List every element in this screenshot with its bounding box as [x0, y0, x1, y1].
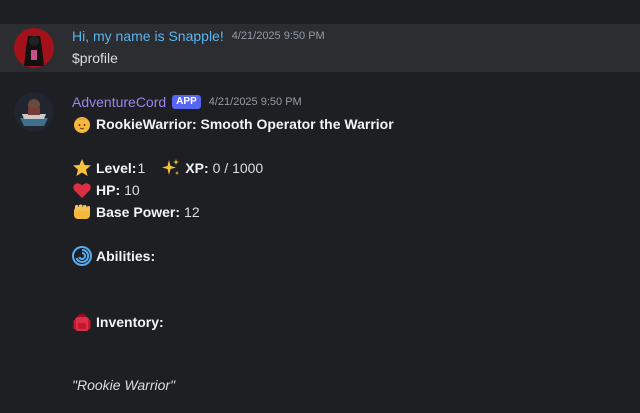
message-user: Hi, my name is Snapple! 4/21/2025 9:50 P… — [0, 24, 640, 72]
base-power-label: Base Power: — [96, 204, 181, 220]
message-content: $profile — [72, 50, 118, 66]
base-power-line: Base Power: 12 — [72, 202, 200, 222]
profile-title: RookieWarrior: Smooth Operator the Warri… — [96, 116, 394, 132]
chat-log: Hi, my name is Snapple! 4/21/2025 9:50 P… — [0, 0, 640, 413]
base-power-value: 12 — [184, 204, 200, 220]
avatar[interactable] — [14, 92, 54, 132]
level-xp-line: Level: 1 XP: 0 / 1000 — [72, 158, 263, 178]
abilities-line: Abilities: — [72, 246, 155, 266]
message-header: AdventureCord APP 4/21/2025 9:50 PM — [72, 94, 302, 110]
level-label: Level: — [96, 160, 137, 176]
hp-value: 10 — [124, 182, 140, 198]
message-bot: AdventureCord APP 4/21/2025 9:50 PM Rook… — [0, 86, 640, 406]
username[interactable]: Hi, my name is Snapple! — [72, 28, 224, 44]
level-value: 1 — [137, 160, 146, 176]
avatar[interactable] — [14, 28, 54, 68]
timestamp: 4/21/2025 9:50 PM — [208, 96, 302, 108]
abilities-label: Abilities: — [96, 248, 156, 264]
xp-label: XP: — [185, 160, 209, 176]
timestamp: 4/21/2025 9:50 PM — [231, 30, 325, 42]
inventory-line: Inventory: — [72, 312, 164, 332]
app-badge: APP — [172, 95, 201, 109]
cyclone-icon — [72, 246, 92, 266]
message-header: Hi, my name is Snapple! 4/21/2025 9:50 P… — [72, 28, 325, 44]
sparkles-icon — [161, 158, 181, 178]
star-icon — [72, 158, 92, 178]
hp-label: HP: — [96, 182, 121, 198]
fist-icon — [72, 202, 92, 222]
username[interactable]: AdventureCord — [72, 94, 166, 110]
heart-icon — [72, 180, 92, 200]
profile-quote: "Rookie Warrior" — [72, 377, 176, 393]
hp-line: HP: 10 — [72, 180, 140, 200]
profile-title-line: RookieWarrior: Smooth Operator the Warri… — [72, 114, 394, 134]
xp-value: 0 / 1000 — [212, 160, 264, 176]
person-icon — [72, 114, 92, 134]
backpack-icon — [72, 312, 92, 332]
inventory-label: Inventory: — [96, 314, 164, 330]
